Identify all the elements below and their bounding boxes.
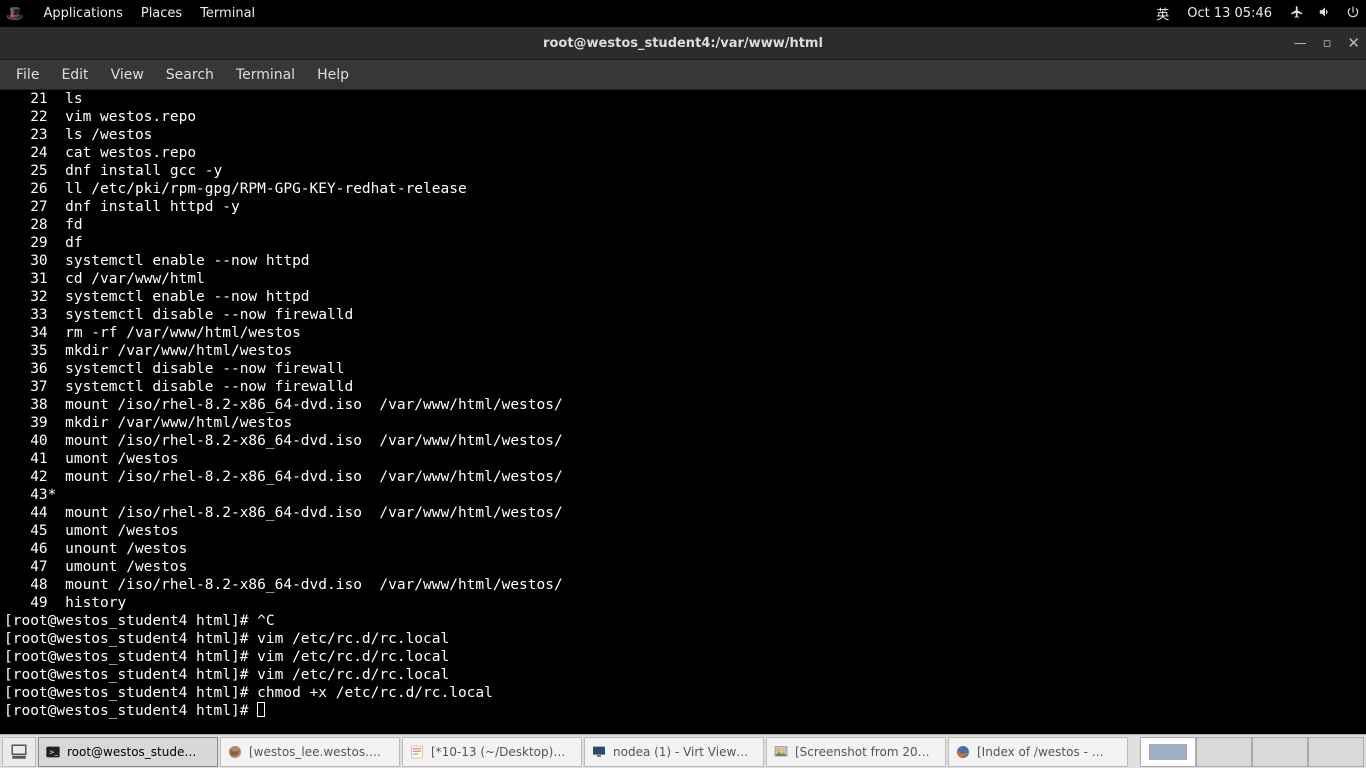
svg-text:>_: >_ (49, 748, 59, 756)
menu-applications[interactable]: Applications (43, 6, 122, 21)
window-titlebar: root@westos_student4:/var/www/html — ▫ ✕ (0, 27, 1366, 60)
menu-terminal[interactable]: Terminal (200, 6, 255, 21)
menu-help[interactable]: Help (307, 63, 359, 87)
terminal-menubar: File Edit View Search Terminal Help (0, 60, 1366, 90)
taskbar-item-4[interactable]: [Screenshot from 20… (766, 737, 946, 767)
workspace-4[interactable] (1308, 737, 1364, 767)
image-icon (773, 744, 789, 760)
menu-view[interactable]: View (101, 63, 154, 87)
window-title: root@westos_student4:/var/www/html (543, 36, 823, 51)
taskbar-item-label: [*10-13 (~/Desktop)… (431, 745, 575, 759)
taskbar-item-5[interactable]: [Index of /westos - … (948, 737, 1128, 767)
airplane-icon[interactable] (1290, 5, 1304, 23)
power-icon[interactable] (1346, 5, 1360, 23)
tray-icons (1290, 5, 1360, 23)
virt-icon (591, 744, 607, 760)
taskbar-item-0[interactable]: >_ root@westos_stude… (38, 737, 218, 767)
menu-places[interactable]: Places (141, 6, 182, 21)
workspace-2[interactable] (1196, 737, 1252, 767)
firefox-icon (955, 744, 971, 760)
topbar-right: 英 Oct 13 05:46 (1156, 4, 1360, 23)
clock[interactable]: Oct 13 05:46 (1187, 6, 1272, 21)
firefox-alt-icon (227, 744, 243, 760)
taskbar-item-label: [Index of /westos - … (977, 745, 1121, 759)
gedit-icon (409, 744, 425, 760)
volume-icon[interactable] (1318, 5, 1332, 23)
redhat-icon: 🎩 (6, 6, 23, 22)
maximize-button[interactable]: ▫ (1323, 36, 1332, 51)
cursor (257, 702, 265, 717)
workspace-3[interactable] (1252, 737, 1308, 767)
gnome-topbar: 🎩 Applications Places Terminal 英 Oct 13 … (0, 0, 1366, 27)
taskbar-item-3[interactable]: nodea (1) - Virt View… (584, 737, 764, 767)
taskbar-item-2[interactable]: [*10-13 (~/Desktop)… (402, 737, 582, 767)
ime-indicator[interactable]: 英 (1156, 4, 1169, 23)
window-controls: — ▫ ✕ (1294, 27, 1360, 59)
taskbar-item-label: [Screenshot from 20… (795, 745, 939, 759)
menu-search[interactable]: Search (156, 63, 224, 87)
taskbar-item-label: root@westos_stude… (67, 745, 211, 759)
close-button[interactable]: ✕ (1347, 34, 1360, 52)
show-desktop-button[interactable] (2, 737, 36, 767)
menu-file[interactable]: File (6, 63, 49, 87)
minimize-button[interactable]: — (1294, 36, 1307, 51)
taskbar-item-label: nodea (1) - Virt View… (613, 745, 757, 759)
menu-terminal-sub[interactable]: Terminal (226, 63, 305, 87)
terminal-icon: >_ (45, 744, 61, 760)
current-prompt: [root@westos_student4 html]# (4, 703, 257, 719)
taskbar-item-1[interactable]: [westos_lee.westos.… (220, 737, 400, 767)
bottom-taskbar: >_ root@westos_stude… [westos_lee.westos.…… (0, 734, 1366, 768)
workspace-1[interactable] (1140, 737, 1196, 767)
workspace-pager[interactable] (1140, 737, 1364, 767)
taskbar-item-label: [westos_lee.westos.… (249, 745, 393, 759)
menu-edit[interactable]: Edit (51, 63, 98, 87)
terminal-output[interactable]: 21 ls 22 vim westos.repo 23 ls /westos 2… (0, 90, 1366, 734)
task-items-container: >_ root@westos_stude… [westos_lee.westos.…… (38, 737, 1128, 767)
topbar-left: 🎩 Applications Places Terminal (6, 6, 255, 22)
